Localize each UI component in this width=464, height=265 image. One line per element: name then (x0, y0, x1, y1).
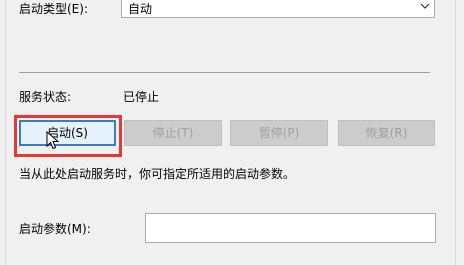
start-params-hint: 当从此处启动服务时，你可指定所适用的启动参数。 (19, 167, 296, 181)
service-status-value: 已停止 (123, 90, 160, 104)
start-params-input[interactable] (145, 213, 436, 243)
panel-left-border (5, 0, 6, 265)
start-params-label: 启动参数(M): (19, 222, 91, 236)
mouse-cursor-icon (46, 131, 60, 150)
startup-type-dropdown[interactable]: 自动 (121, 0, 435, 18)
startup-type-value: 自动 (128, 2, 153, 16)
chevron-down-icon (420, 3, 430, 9)
panel-right-border (455, 0, 456, 265)
startup-type-label: 启动类型(E): (19, 2, 88, 16)
pause-button[interactable]: 暂停(P) (230, 120, 328, 146)
separator-line (19, 72, 430, 73)
stop-button[interactable]: 停止(T) (124, 120, 222, 146)
start-button[interactable]: 启动(S) (19, 120, 116, 146)
service-status-label: 服务状态: (19, 90, 72, 104)
resume-button[interactable]: 恢复(R) (338, 120, 435, 146)
service-properties-panel: 启动类型(E): 自动 服务状态: 已停止 启动(S) 停止(T) 暂停(P) … (0, 0, 464, 265)
